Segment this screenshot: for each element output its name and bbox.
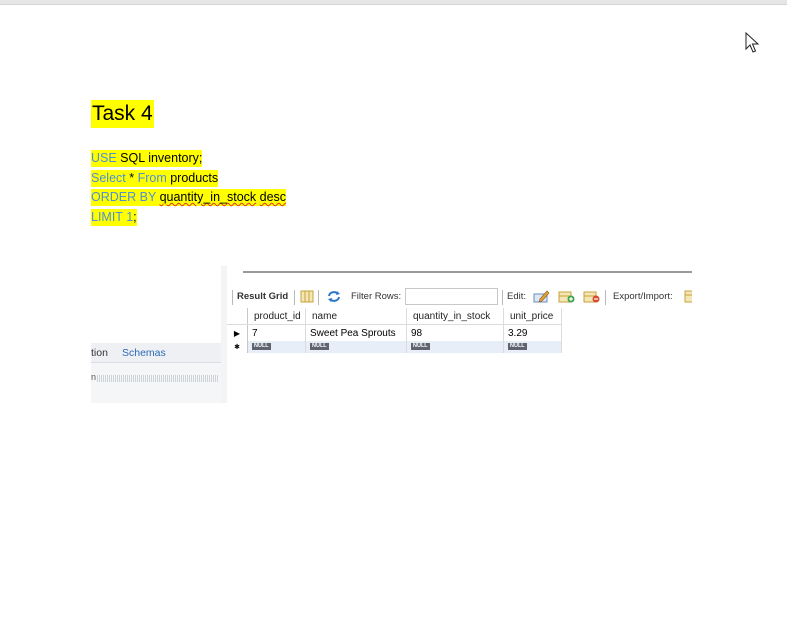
table-cell[interactable]: Sweet Pea Sprouts [305, 324, 407, 341]
keyword: From [137, 170, 167, 185]
tab-administration[interactable]: tion [91, 347, 108, 359]
keyword: LIMIT 1 [91, 209, 134, 224]
export-icon[interactable] [684, 290, 692, 303]
result-toolbar: Result Grid Filter Rows: Edit: Export/Im… [227, 286, 692, 308]
grid-header-row: product_id name quantity_in_stock unit_p… [227, 308, 562, 325]
column-header[interactable]: unit_price [503, 308, 562, 325]
refresh-icon[interactable] [327, 290, 341, 303]
delete-row-icon[interactable] [583, 290, 600, 303]
export-import-label: Export/Import: [613, 291, 673, 302]
filter-label: n [91, 372, 97, 382]
code-column: quantity_in_stock [159, 190, 257, 204]
code-text: products [166, 170, 219, 185]
code-line-4: LIMIT 1; [91, 208, 286, 228]
toolbar-separator [502, 290, 503, 305]
table-cell[interactable]: NULL [305, 341, 407, 353]
grid-layout-icon[interactable] [300, 290, 314, 303]
table-cell[interactable]: 3.29 [503, 324, 562, 341]
table-cell[interactable]: NULL [503, 341, 562, 353]
new-row-marker: ✱ [227, 341, 248, 353]
sql-code-block: USE SQL inventory; Select * From product… [91, 149, 287, 228]
toolbar-separator [318, 290, 319, 305]
keyword: Select [91, 170, 126, 185]
tab-schemas[interactable]: Schemas [122, 347, 166, 359]
task-title: Task 4 [91, 100, 154, 128]
code-text: ; [133, 209, 137, 224]
toolbar-separator [605, 290, 606, 305]
code-direction: desc [259, 190, 287, 204]
embedded-workbench-screenshot: tion Schemas n Result Grid Filter Rows: … [91, 266, 692, 403]
null-badge: NULL [310, 342, 329, 350]
table-cell[interactable]: 7 [247, 324, 306, 341]
row-marker: ▶ [227, 324, 248, 341]
code-text: * [125, 170, 138, 185]
result-grid-button[interactable]: Result Grid [237, 291, 288, 302]
edit-row-icon[interactable] [533, 290, 550, 303]
column-header[interactable]: product_id [247, 308, 306, 325]
code-line-1: USE SQL inventory; [91, 149, 286, 169]
table-row[interactable]: ▶ 7 Sweet Pea Sprouts 98 3.29 [227, 324, 562, 341]
navigator-pane: tion Schemas n [91, 343, 221, 403]
column-header[interactable]: name [305, 308, 407, 325]
window-top-bar [0, 0, 787, 5]
toolbar-separator [232, 290, 233, 305]
column-header[interactable]: quantity_in_stock [406, 308, 504, 325]
code-line-2: Select * From products [91, 169, 286, 189]
result-pane: Result Grid Filter Rows: Edit: Export/Im… [227, 266, 692, 403]
table-cell[interactable]: 98 [406, 324, 504, 341]
filter-rows-label: Filter Rows: [351, 291, 402, 302]
result-grid: product_id name quantity_in_stock unit_p… [227, 308, 562, 353]
filter-rows-input[interactable] [405, 288, 498, 305]
filter-field[interactable] [97, 375, 219, 382]
code-line-3: ORDER BY quantity_in_stock desc [91, 188, 287, 208]
table-cell[interactable]: NULL [406, 341, 504, 353]
null-badge: NULL [508, 342, 527, 350]
navigator-tabs: tion Schemas [91, 343, 221, 363]
add-row-icon[interactable] [558, 290, 575, 303]
code-text: SQL inventory; [116, 151, 203, 165]
keyword: ORDER BY [91, 190, 157, 204]
keyword: USE [91, 151, 117, 165]
null-badge: NULL [252, 342, 271, 350]
new-row[interactable]: ✱ NULL NULL NULL NULL [227, 341, 562, 353]
schema-filter[interactable]: n [91, 372, 219, 383]
result-top-border [243, 271, 692, 273]
mouse-pointer-icon [745, 32, 760, 53]
table-cell[interactable]: NULL [247, 341, 306, 353]
toolbar-separator [294, 290, 295, 305]
row-marker-header [227, 308, 248, 325]
edit-label: Edit: [507, 291, 527, 302]
null-badge: NULL [411, 342, 430, 350]
